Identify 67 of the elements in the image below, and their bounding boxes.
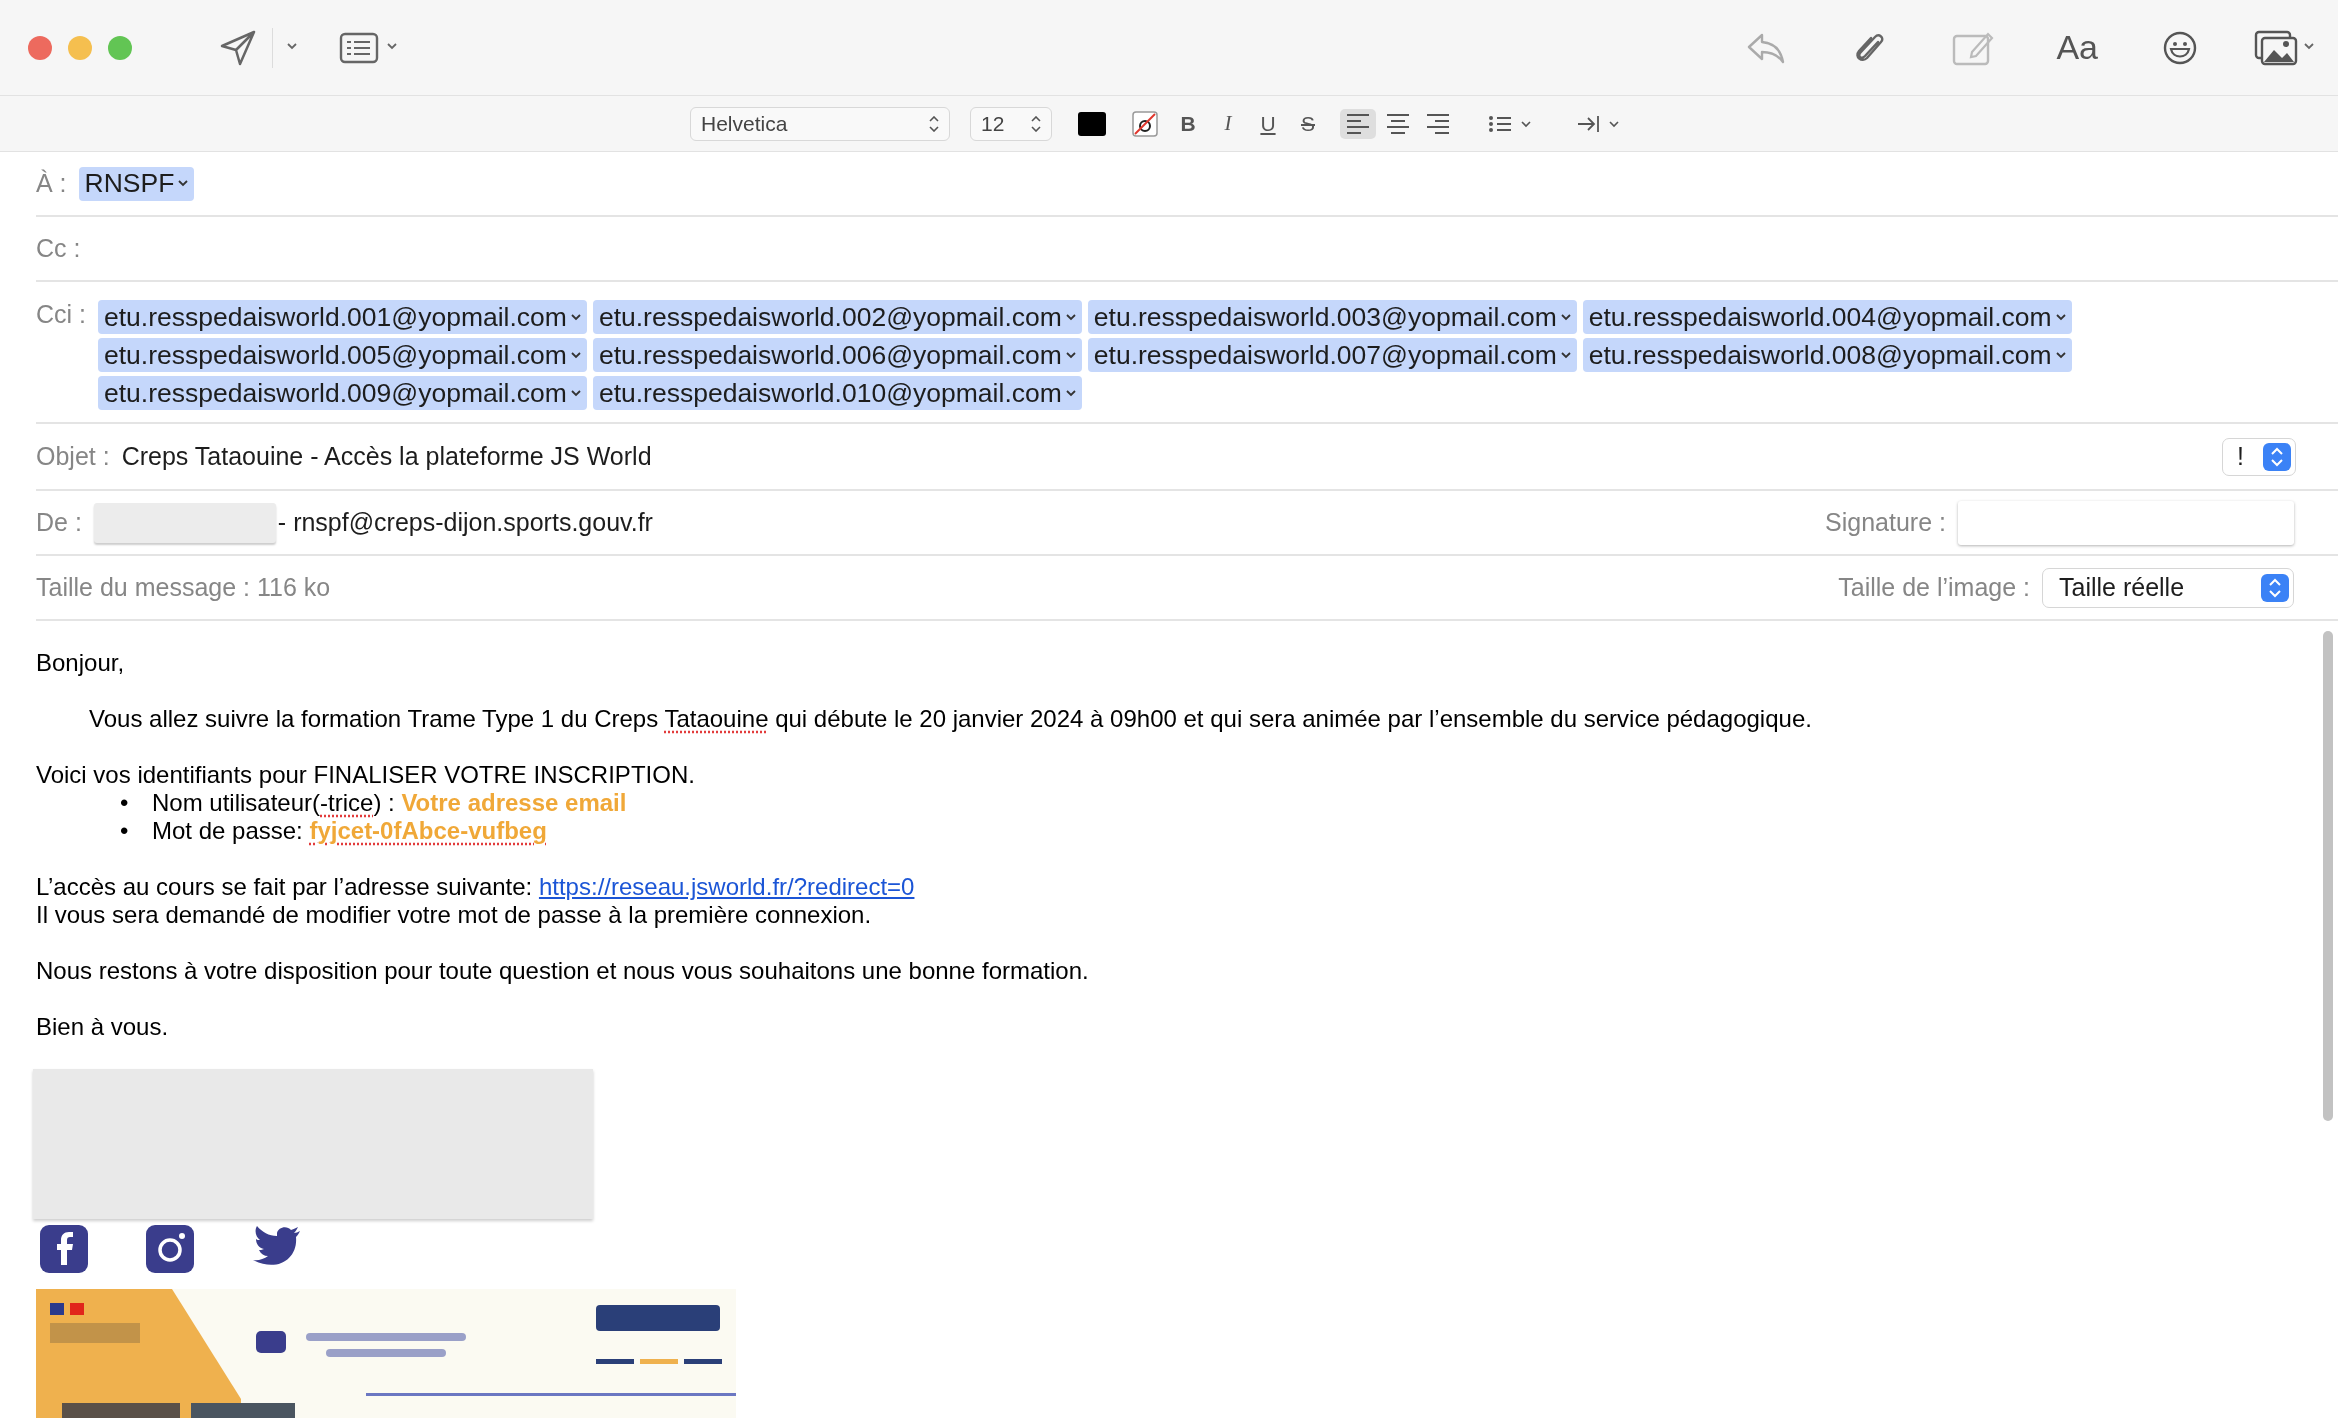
chevron-icon bbox=[1065, 313, 1076, 321]
stepper-icon bbox=[1031, 115, 1041, 132]
recipient-chip[interactable]: etu.resspedaisworld.001@yopmail.com bbox=[98, 300, 587, 334]
highlight-color-icon[interactable] bbox=[1132, 110, 1158, 137]
scrollbar[interactable] bbox=[2323, 631, 2333, 1121]
field-label: Cc : bbox=[36, 234, 81, 263]
underline-button[interactable]: U bbox=[1258, 111, 1278, 136]
facebook-icon[interactable] bbox=[40, 1225, 88, 1273]
chevron-icon bbox=[570, 389, 581, 397]
stepper-icon bbox=[929, 115, 939, 132]
text-line: Voici vos identifiants pour FINALISER VOTRE INSCRIPTION. bbox=[36, 761, 696, 789]
recipient-chip[interactable]: etu.resspedaisworld.005@yopmail.com bbox=[98, 338, 587, 372]
chevron-icon bbox=[570, 351, 581, 359]
text-line: Nous restons à votre disposition pour toute question et nous vous souhaitons une bonne formation. bbox=[36, 957, 1090, 985]
text-line: Bien à vous. bbox=[36, 1013, 170, 1041]
list-item: • Mot de passe: fyjcet-0fAbce-vufbeg bbox=[120, 817, 548, 845]
field-label: À : bbox=[36, 169, 67, 198]
chevron-icon bbox=[1560, 351, 1571, 359]
font-select[interactable]: Helvetica bbox=[690, 106, 950, 141]
field-label: De : bbox=[36, 508, 82, 537]
close-button[interactable] bbox=[28, 35, 52, 60]
chevron-icon bbox=[1065, 351, 1076, 359]
text-line: Vous allez suivre la formation Trame Type 1 du Creps Tataouine qui débute le 20 janvier 2024 à 09h00 et qui sera animée par l’ensemble du service pédagogique. bbox=[88, 705, 1813, 733]
chevron-icon bbox=[1065, 389, 1076, 397]
recipient-chip[interactable]: etu.resspedaisworld.007@yopmail.com bbox=[1087, 338, 1577, 372]
strike-button[interactable]: S bbox=[1298, 111, 1318, 136]
list-icon[interactable] bbox=[1488, 113, 1534, 134]
size-select[interactable]: 12 bbox=[970, 106, 1052, 141]
text-color-button[interactable] bbox=[1078, 111, 1106, 136]
stepper-icon bbox=[2263, 442, 2291, 471]
chevron-icon bbox=[570, 313, 581, 321]
field-label: Signature : bbox=[1825, 508, 1946, 537]
recipient-chip[interactable]: etu.resspedaisworld.010@yopmail.com bbox=[592, 376, 1082, 410]
header-fields-icon[interactable] bbox=[339, 31, 379, 64]
recipient-chip[interactable]: etu.resspedaisworld.006@yopmail.com bbox=[592, 338, 1082, 372]
text-line: L’accès au cours se fait par l’adresse suivante: https://reseau.jsworld.fr/?redirect=0 bbox=[36, 873, 916, 901]
list-item: • Nom utilisateur(-trice) : Votre adresse email bbox=[120, 789, 628, 817]
recipient-chip[interactable]: RNSPF bbox=[78, 166, 195, 201]
chevron-icon bbox=[178, 180, 189, 187]
photo-icon[interactable] bbox=[2254, 29, 2298, 66]
text-line: Il vous sera demandé de modifier votre mot de passe à la première connexion. bbox=[36, 901, 873, 929]
italic-button[interactable]: I bbox=[1218, 111, 1238, 136]
message-size-text: Taille du message : 116 ko bbox=[36, 573, 331, 602]
stepper-icon bbox=[2261, 573, 2289, 602]
field-label: Objet : bbox=[36, 442, 110, 471]
camera-icon[interactable] bbox=[146, 1225, 194, 1273]
text-line: Bonjour, bbox=[36, 649, 126, 677]
sender-address: - rnspf@creps-dijon.sports.gouv.fr bbox=[277, 508, 653, 537]
recipient-chip[interactable]: etu.resspedaisworld.004@yopmail.com bbox=[1582, 300, 2072, 334]
field-label: Taille de l’image : bbox=[1838, 573, 2030, 602]
recipient-chip[interactable]: etu.resspedaisworld.002@yopmail.com bbox=[592, 300, 1082, 334]
subject-text: Creps Tataouine - Accès la plateforme JS World bbox=[121, 442, 652, 471]
align-left-button[interactable] bbox=[1340, 108, 1376, 139]
image-size-select[interactable]: Taille réelle bbox=[2042, 567, 2294, 608]
indent-icon[interactable] bbox=[1576, 113, 1622, 134]
emoji-icon[interactable] bbox=[2162, 29, 2198, 66]
font-button[interactable]: Aa bbox=[2056, 28, 2098, 67]
chevron-icon bbox=[2055, 351, 2066, 359]
chevron-icon bbox=[1560, 313, 1571, 321]
bold-button[interactable]: B bbox=[1178, 111, 1198, 136]
recipient-chip[interactable]: etu.resspedaisworld.003@yopmail.com bbox=[1087, 300, 1577, 334]
link[interactable]: https://reseau.jsworld.fr/?redirect=0 bbox=[538, 873, 915, 900]
recipient-chip[interactable]: etu.resspedaisworld.009@yopmail.com bbox=[98, 376, 587, 410]
priority-select[interactable]: ! bbox=[2222, 437, 2296, 476]
field-label: Cci : bbox=[36, 300, 86, 329]
recipient-chip[interactable]: etu.resspedaisworld.008@yopmail.com bbox=[1582, 338, 2072, 372]
chevron-icon bbox=[2055, 313, 2066, 321]
